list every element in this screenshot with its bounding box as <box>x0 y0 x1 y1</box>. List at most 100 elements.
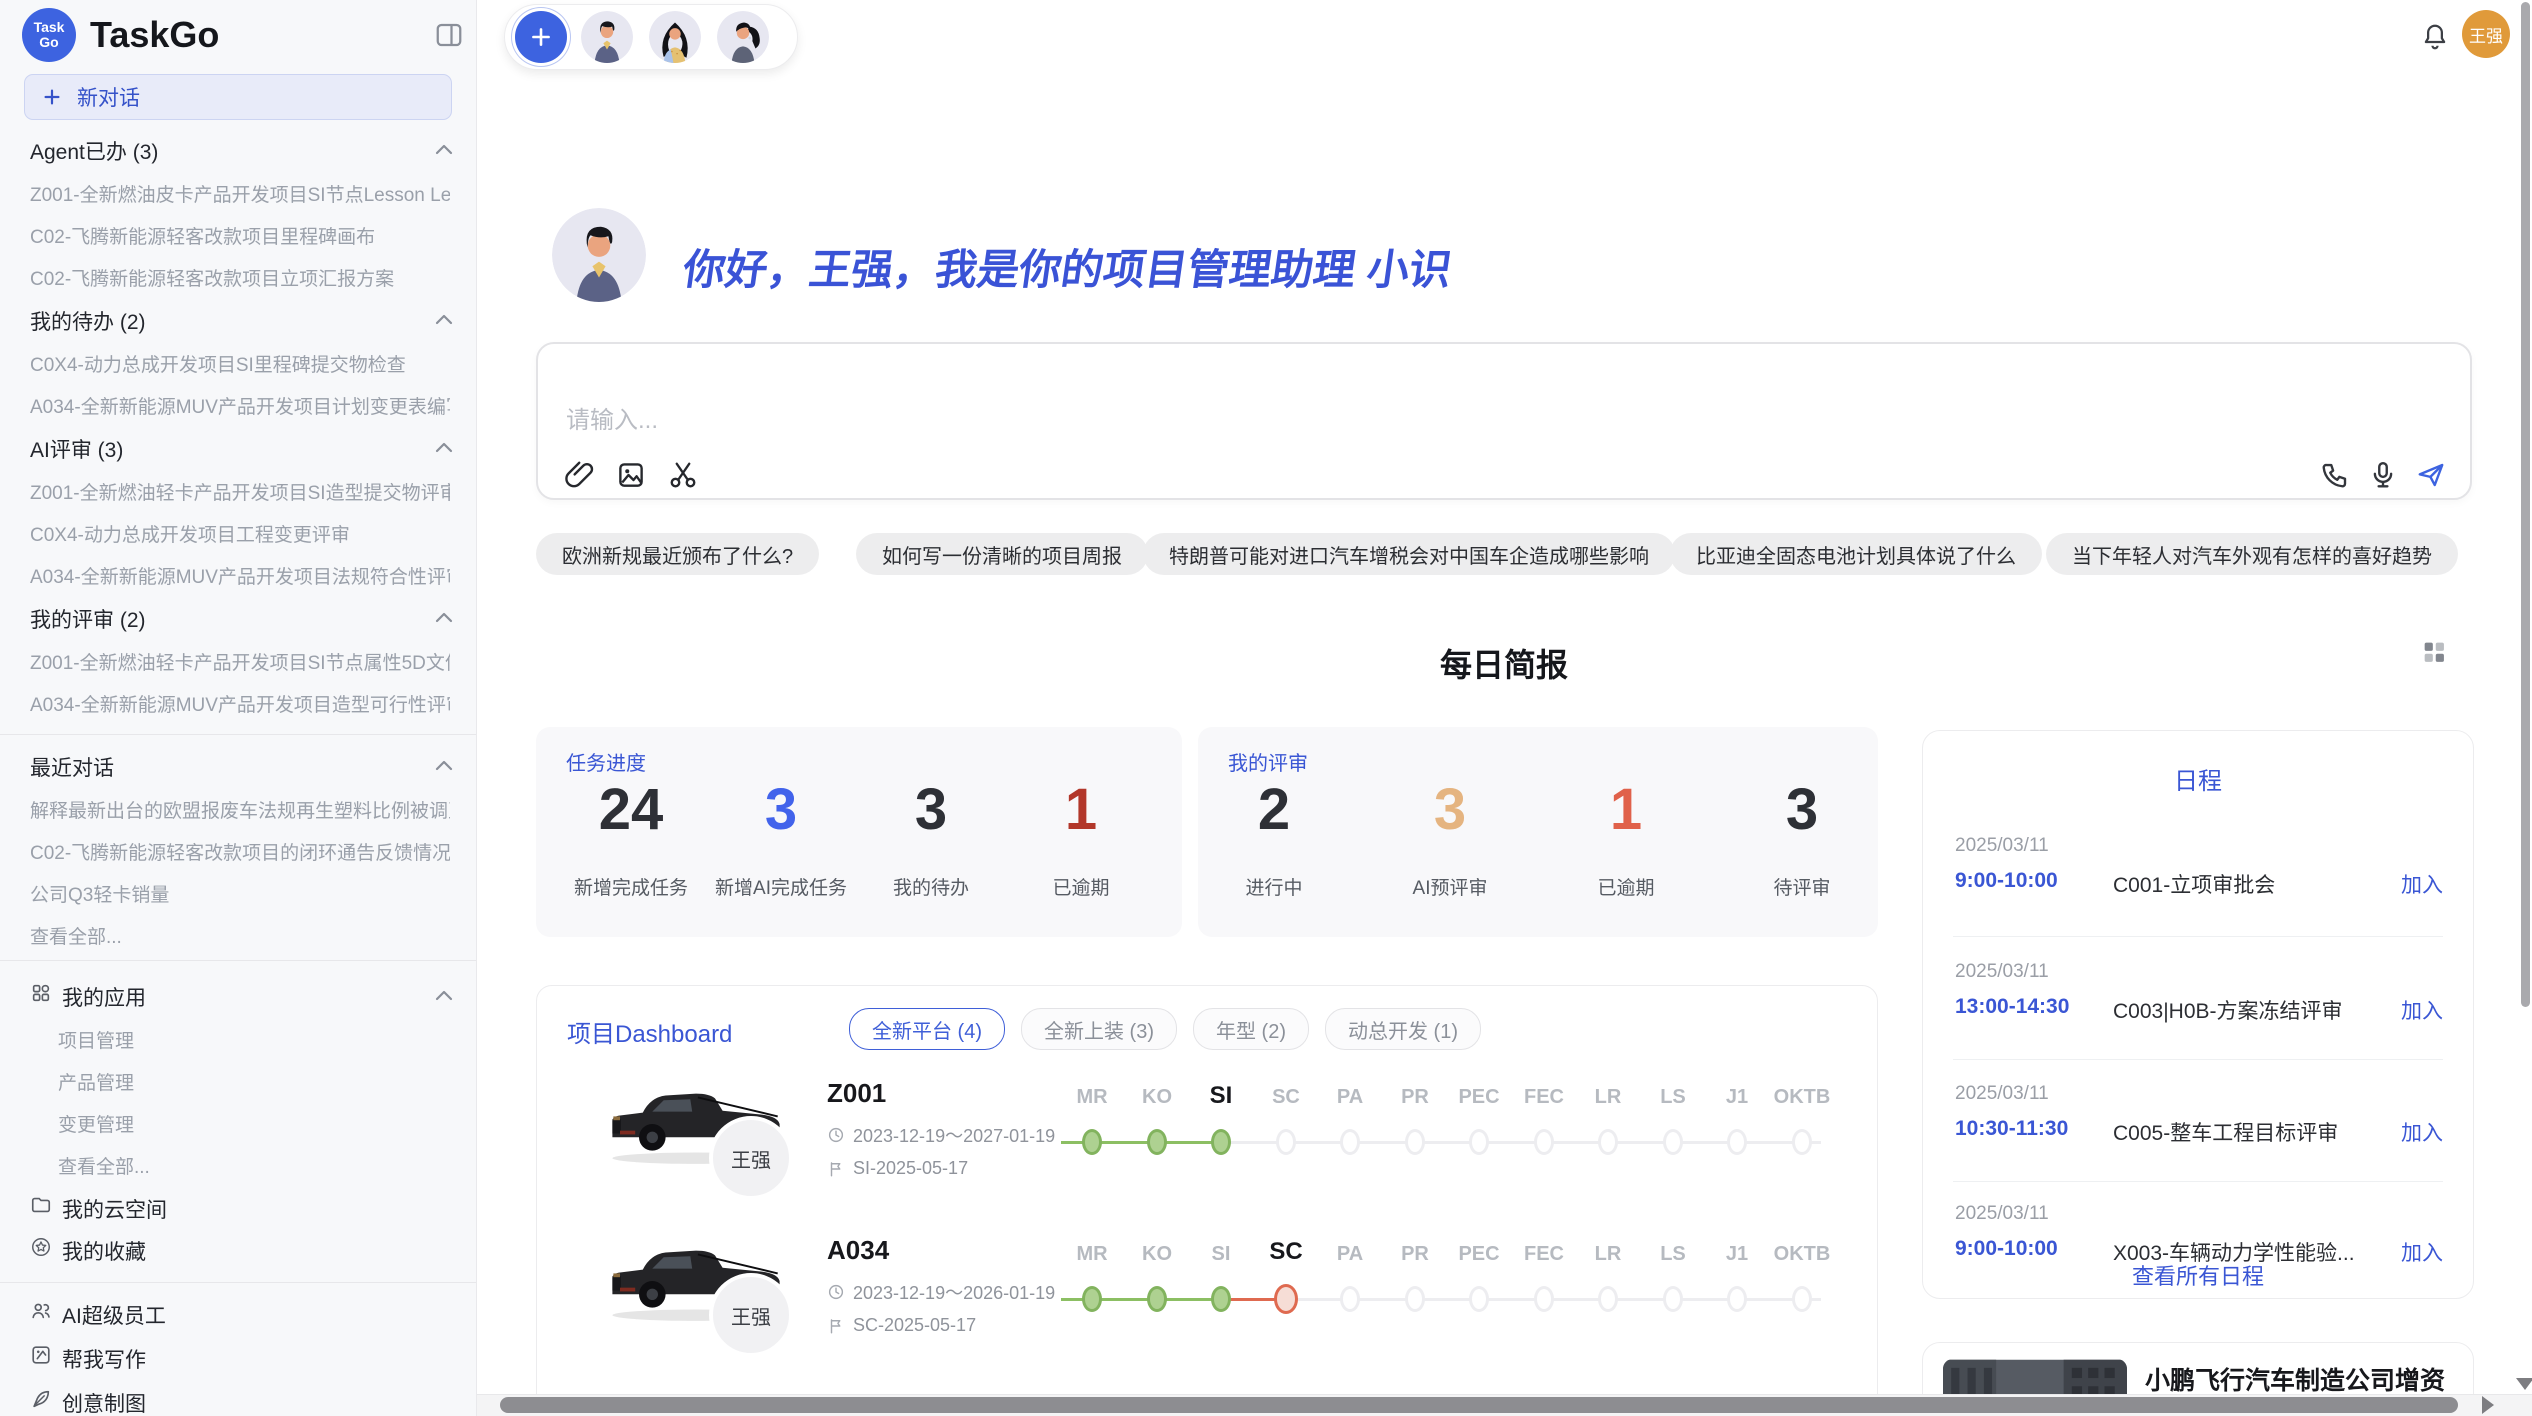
new-chat-label: 新对话 <box>77 82 140 112</box>
scroll-right-arrow[interactable] <box>2482 1396 2494 1414</box>
join-link[interactable]: 加入 <box>2401 1117 2443 1147</box>
apps-view-all[interactable]: 查看全部... <box>58 1152 478 1179</box>
stat-label: 待评审 <box>1722 873 1882 900</box>
list-item[interactable]: Z001-全新燃油轻卡产品开发项目SI造型提交物评审 <box>30 478 450 505</box>
milestone-dot-done[interactable] <box>1147 1286 1167 1312</box>
sidebar-item-project-mgmt[interactable]: 项目管理 <box>58 1026 478 1053</box>
layout-grid-icon[interactable] <box>2420 638 2448 666</box>
suggestion-chip[interactable]: 当下年轻人对汽车外观有怎样的喜好趋势 <box>2046 533 2458 575</box>
project-name[interactable]: Z001 <box>827 1078 886 1109</box>
view-all-schedule-link[interactable]: 查看所有日程 <box>1923 1259 2473 1291</box>
send-icon[interactable] <box>2416 460 2446 490</box>
sidebar-item-help-me-write[interactable]: 帮我写作 <box>62 1344 146 1374</box>
paperclip-icon[interactable] <box>564 460 594 490</box>
milestone-dot-done[interactable] <box>1211 1286 1231 1312</box>
user-avatar[interactable]: 王强 <box>2462 10 2510 58</box>
milestone-dot-done[interactable] <box>1082 1286 1102 1312</box>
milestone-dot-done[interactable] <box>1082 1129 1102 1155</box>
avatar[interactable] <box>649 11 701 63</box>
list-item[interactable]: C0X4-动力总成开发项目SI里程碑提交物检查 <box>30 350 450 377</box>
avatar[interactable] <box>581 11 633 63</box>
vertical-scrollbar[interactable] <box>2521 2 2530 1007</box>
list-item[interactable]: A034-全新新能源MUV产品开发项目法规符合性评审 <box>30 562 450 589</box>
chevron-up-icon[interactable] <box>432 754 456 778</box>
list-item[interactable]: 公司Q3轻卡销量 <box>30 880 450 907</box>
milestone-dot-current[interactable] <box>1211 1129 1231 1155</box>
list-item[interactable]: C02-飞腾新能源轻客改款项目里程碑画布 <box>30 222 450 249</box>
milestone-dot[interactable] <box>1534 1129 1554 1155</box>
chevron-up-icon[interactable] <box>432 436 456 460</box>
suggestion-chip[interactable]: 特朗普可能对进口汽车增税会对中国车企造成哪些影响 <box>1143 533 1675 575</box>
milestone-dot[interactable] <box>1727 1286 1747 1312</box>
sidebar-collapse-icon[interactable] <box>434 20 464 50</box>
milestone-dot[interactable] <box>1469 1129 1489 1155</box>
section-ai-review[interactable]: AI评审 (3) <box>30 434 123 464</box>
chevron-up-icon[interactable] <box>432 984 456 1008</box>
suggestion-chip[interactable]: 比亚迪全固态电池计划具体说了什么 <box>1670 533 2042 575</box>
tab-all-new-platform[interactable]: 全新平台 (4) <box>849 1008 1005 1050</box>
list-item[interactable]: C02-飞腾新能源轻客改款项目的闭环通告反馈情况 <box>30 838 450 865</box>
tab-powertrain-dev[interactable]: 动总开发 (1) <box>1325 1008 1481 1050</box>
avatar[interactable] <box>717 11 769 63</box>
milestone-dot[interactable] <box>1663 1129 1683 1155</box>
milestone-dot[interactable] <box>1792 1129 1812 1155</box>
list-item[interactable]: A034-全新新能源MUV产品开发项目计划变更表编写 <box>30 392 450 419</box>
suggestion-chip[interactable]: 欧洲新规最近颁布了什么? <box>536 533 819 575</box>
milestone-dot[interactable] <box>1792 1286 1812 1312</box>
chat-input[interactable] <box>564 406 2068 436</box>
image-icon[interactable] <box>616 460 646 490</box>
list-item[interactable]: Z001-全新燃油轻卡产品开发项目SI节点属性5D文件评审 <box>30 648 450 675</box>
join-link[interactable]: 加入 <box>2401 869 2443 899</box>
milestone-dot[interactable] <box>1276 1129 1296 1155</box>
sidebar-item-change-mgmt[interactable]: 变更管理 <box>58 1110 478 1137</box>
scroll-down-arrow[interactable] <box>2516 1378 2532 1390</box>
app-logo: Task Go <box>22 8 76 62</box>
chevron-up-icon[interactable] <box>432 308 456 332</box>
milestone-dot[interactable] <box>1663 1286 1683 1312</box>
chevron-up-icon[interactable] <box>432 606 456 630</box>
scissors-icon[interactable] <box>668 460 698 490</box>
list-item[interactable]: C0X4-动力总成开发项目工程变更评审 <box>30 520 450 547</box>
bell-icon[interactable] <box>2420 22 2450 52</box>
milestone-dot-current[interactable] <box>1274 1284 1298 1314</box>
sidebar-item-cloud-space[interactable]: 我的云空间 <box>62 1194 167 1224</box>
milestone-dot[interactable] <box>1598 1286 1618 1312</box>
divider <box>0 734 476 735</box>
milestone-dot[interactable] <box>1727 1129 1747 1155</box>
milestone-dot[interactable] <box>1340 1286 1360 1312</box>
chevron-up-icon[interactable] <box>432 138 456 162</box>
horizontal-scrollbar[interactable] <box>500 1397 2458 1413</box>
sidebar-item-my-apps[interactable]: 我的应用 <box>62 982 146 1012</box>
sidebar-item-ai-super-staff[interactable]: AI超级员工 <box>62 1300 166 1330</box>
join-link[interactable]: 加入 <box>2401 995 2443 1025</box>
add-contact-button[interactable] <box>515 11 567 63</box>
milestone-dot[interactable] <box>1469 1286 1489 1312</box>
new-chat-button[interactable]: 新对话 <box>24 74 452 120</box>
stat-label: 新增AI完成任务 <box>701 873 861 900</box>
list-item[interactable]: Z001-全新燃油皮卡产品开发项目SI节点Lesson Learn报告 <box>30 180 450 207</box>
tab-year-model[interactable]: 年型 (2) <box>1193 1008 1309 1050</box>
sidebar-item-product-mgmt[interactable]: 产品管理 <box>58 1068 478 1095</box>
milestone-dot[interactable] <box>1598 1129 1618 1155</box>
tab-all-new-body[interactable]: 全新上装 (3) <box>1021 1008 1177 1050</box>
microphone-icon[interactable] <box>2368 460 2398 490</box>
milestone-dot-done[interactable] <box>1147 1129 1167 1155</box>
project-flag: SI-2025-05-17 <box>827 1158 968 1179</box>
phone-icon[interactable] <box>2320 460 2350 490</box>
section-agent-done[interactable]: Agent已办 (3) <box>30 136 158 166</box>
milestone-dot[interactable] <box>1534 1286 1554 1312</box>
sidebar-item-creative-drawing[interactable]: 创意制图 <box>62 1388 146 1416</box>
suggestion-chip[interactable]: 如何写一份清晰的项目周报 <box>856 533 1148 575</box>
milestone-dot[interactable] <box>1405 1129 1425 1155</box>
milestone-dot[interactable] <box>1340 1129 1360 1155</box>
section-recent-chats[interactable]: 最近对话 <box>30 752 114 782</box>
list-item[interactable]: C02-飞腾新能源轻客改款项目立项汇报方案 <box>30 264 450 291</box>
project-name[interactable]: A034 <box>827 1235 889 1266</box>
section-my-todo[interactable]: 我的待办 (2) <box>30 306 146 336</box>
sidebar-item-favorites[interactable]: 我的收藏 <box>62 1236 146 1266</box>
section-my-review[interactable]: 我的评审 (2) <box>30 604 146 634</box>
list-item[interactable]: A034-全新新能源MUV产品开发项目造型可行性评审 <box>30 690 450 717</box>
list-item[interactable]: 解释最新出台的欧盟报废车法规再生塑料比例被调至15%... <box>30 796 450 823</box>
milestone-dot[interactable] <box>1405 1286 1425 1312</box>
recent-view-all[interactable]: 查看全部... <box>30 922 450 949</box>
